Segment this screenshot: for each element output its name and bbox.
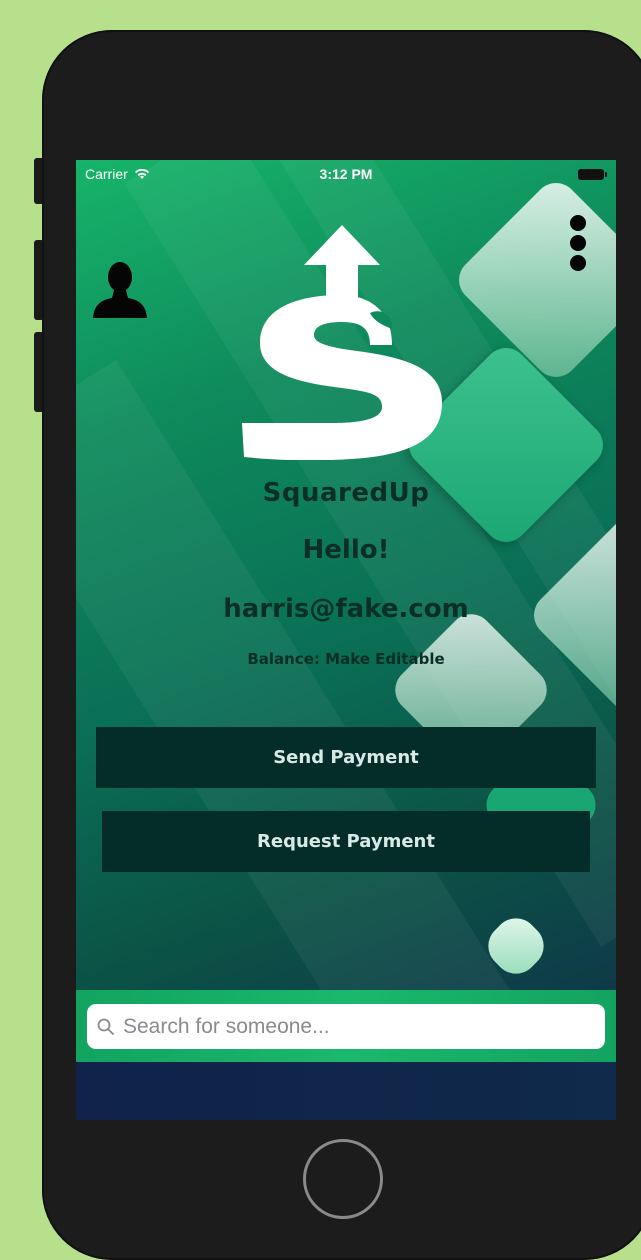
bottom-area — [76, 1062, 616, 1120]
status-bar: Carrier 3:12 PM — [76, 160, 616, 188]
dollar-arrow-logo — [242, 225, 442, 460]
app-screen: Carrier 3:12 PM SquaredUp Hello! harris@… — [76, 160, 616, 1120]
greeting: Hello! — [302, 535, 390, 565]
status-time: 3:12 PM — [319, 166, 373, 182]
search-input[interactable]: Search for someone... — [87, 1004, 605, 1049]
more-vertical-icon[interactable] — [570, 215, 586, 273]
search-placeholder: Search for someone... — [123, 1014, 330, 1038]
user-email: harris@fake.com — [223, 594, 469, 624]
home-button[interactable] — [303, 1139, 383, 1219]
request-payment-button[interactable]: Request Payment — [102, 811, 590, 872]
search-icon — [97, 1018, 114, 1035]
send-payment-button[interactable]: Send Payment — [96, 727, 596, 788]
app-name: SquaredUp — [262, 478, 430, 508]
person-icon[interactable] — [92, 260, 148, 322]
battery-icon — [578, 169, 607, 180]
balance-label: Balance: Make Editable — [247, 650, 445, 668]
